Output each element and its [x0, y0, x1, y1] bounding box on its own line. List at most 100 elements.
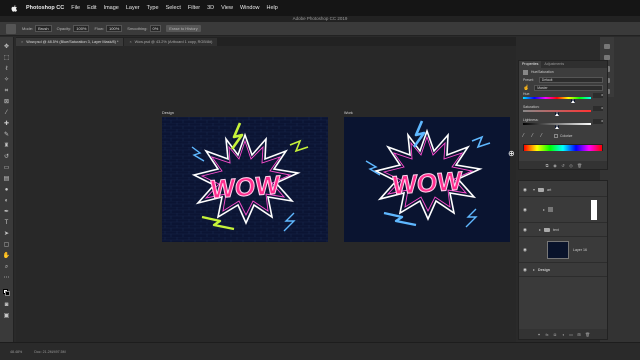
menu-filter[interactable]: Filter [188, 5, 200, 11]
new-group-icon[interactable]: ▭ [569, 332, 573, 337]
layer-mask-thumbnail[interactable] [591, 200, 597, 220]
crop-tool-icon[interactable]: ⌗ [3, 88, 10, 95]
eye-icon[interactable]: ◉ [523, 247, 529, 253]
mode-group[interactable]: Mode: Brush [22, 25, 52, 32]
artboard-label-design[interactable]: Design [162, 111, 174, 115]
menu-help[interactable]: Help [267, 5, 278, 11]
new-layer-icon[interactable]: ⊞ [577, 332, 581, 337]
canvas-area[interactable]: Design WOW Work WOW [16, 46, 516, 342]
menu-3d[interactable]: 3D [207, 5, 214, 11]
trash-icon[interactable]: 🗑 [577, 163, 582, 168]
brush-tool-icon[interactable]: ✎ [3, 132, 10, 139]
fx-icon[interactable]: fx [545, 332, 549, 337]
menu-type[interactable]: Type [147, 5, 159, 11]
eyedropper-minus-icon[interactable]: ⁄ [541, 133, 547, 139]
eye-icon[interactable]: ◉ [523, 227, 529, 233]
trash-icon[interactable]: 🗑 [585, 332, 590, 337]
opacity-field[interactable]: 100% [73, 25, 90, 32]
tab-wow-48[interactable]: × Wow.psd @ 48.5% (Blue/Saturation 3, La… [16, 38, 124, 46]
quick-mask-icon[interactable]: ◙ [3, 302, 10, 309]
type-tool-icon[interactable]: T [3, 220, 10, 227]
history-panel-icon[interactable] [604, 44, 610, 50]
magic-wand-tool-icon[interactable]: ✧ [3, 77, 10, 84]
dodge-tool-icon[interactable]: ◐ [3, 198, 10, 205]
menu-edit[interactable]: Edit [87, 5, 96, 11]
lasso-tool-icon[interactable]: ℓ [3, 66, 10, 73]
eye-icon[interactable]: ◉ [523, 187, 529, 193]
opacity-group[interactable]: Opacity: 100% [57, 25, 90, 32]
add-mask-icon[interactable]: ◘ [553, 332, 557, 337]
saturation-slider[interactable]: 0 [523, 106, 603, 116]
zoom-level[interactable]: 48.48% [10, 350, 22, 354]
hue-value[interactable]: 0 [593, 93, 603, 98]
link-layers-icon[interactable]: ⚭ [537, 332, 541, 337]
reset-icon[interactable]: ↺ [561, 163, 565, 168]
layer-name[interactable]: Design [538, 268, 550, 272]
marquee-tool-icon[interactable]: ⬚ [3, 55, 10, 62]
layer-thumbnail[interactable] [547, 240, 569, 259]
tab-adjustments[interactable]: Adjustments [541, 61, 567, 68]
chevron-down-icon[interactable]: ▾ [533, 187, 535, 192]
saturation-thumb[interactable] [555, 112, 559, 116]
layer-row[interactable]: ◉ ▸ [519, 197, 607, 223]
blur-tool-icon[interactable]: ● [3, 187, 10, 194]
layer-row[interactable]: ◉ ▸ Design [519, 263, 607, 277]
apple-icon[interactable] [10, 4, 18, 12]
tab-wow-43[interactable]: × Wow.psd @ 43.2% (Artboard 1 copy, RGB/… [124, 38, 218, 46]
hue-thumb[interactable] [571, 99, 576, 103]
mode-select[interactable]: Brush [35, 25, 52, 32]
hue-slider[interactable]: 0 [523, 93, 603, 103]
adjustment-icon[interactable]: ◑ [561, 332, 565, 337]
layer-row[interactable]: ◉ ▸ text [519, 223, 607, 237]
more-tools-icon[interactable]: ⋯ [3, 275, 10, 282]
close-icon[interactable]: × [129, 38, 131, 46]
layer-row[interactable]: ◉ ▾ art [519, 183, 607, 197]
clone-stamp-tool-icon[interactable]: ♜ [3, 143, 10, 150]
screen-mode-icon[interactable]: ▣ [3, 313, 10, 320]
channel-select[interactable]: Master [534, 85, 603, 91]
erase-history-group[interactable]: Erase to History [166, 25, 201, 32]
history-brush-tool-icon[interactable]: ↺ [3, 154, 10, 161]
erase-history-checkbox[interactable]: Erase to History [166, 25, 201, 32]
artboard-work[interactable]: WOW [344, 117, 510, 242]
frame-tool-icon[interactable]: ⊠ [3, 99, 10, 106]
move-tool-icon[interactable]: ✥ [3, 44, 10, 51]
hand-adjust-icon[interactable]: ☝ [523, 85, 529, 91]
eyedropper-icon[interactable]: ⁄ [523, 133, 529, 139]
smoothing-group[interactable]: Smoothing: 0% [127, 25, 162, 32]
artboard-label-work[interactable]: Work [344, 111, 353, 115]
gradient-tool-icon[interactable]: ▤ [3, 176, 10, 183]
flow-group[interactable]: Flow: 100% [94, 25, 123, 32]
menu-layer[interactable]: Layer [126, 5, 140, 11]
doc-size[interactable]: Doc: 21.2M/497.5M [34, 350, 65, 354]
eye-icon[interactable]: ◉ [523, 207, 529, 213]
menu-app[interactable]: Photoshop CC [26, 5, 64, 11]
colorize-checkbox[interactable] [554, 134, 558, 138]
chevron-right-icon[interactable]: ▸ [533, 267, 535, 272]
menu-window[interactable]: Window [240, 5, 260, 11]
path-selection-tool-icon[interactable]: ➤ [3, 231, 10, 238]
eye-icon[interactable]: ◉ [523, 267, 529, 273]
eraser-tool-icon[interactable]: ▭ [3, 165, 10, 172]
eyedropper-plus-icon[interactable]: ⁄ [532, 133, 538, 139]
chevron-right-icon[interactable]: ▸ [539, 227, 541, 232]
healing-brush-tool-icon[interactable]: ✚ [3, 121, 10, 128]
lightness-slider[interactable]: 0 [523, 119, 603, 129]
color-swatches[interactable] [3, 289, 10, 296]
zoom-tool-icon[interactable]: ⌕ [3, 264, 10, 271]
menu-select[interactable]: Select [166, 5, 181, 11]
flow-field[interactable]: 100% [106, 25, 123, 32]
layer-row[interactable]: ◉ Layer 16 [519, 237, 607, 263]
pen-tool-icon[interactable]: ✒ [3, 209, 10, 216]
background-color[interactable] [5, 291, 10, 296]
lightness-thumb[interactable] [555, 125, 559, 129]
menu-image[interactable]: Image [104, 5, 119, 11]
view-previous-icon[interactable]: ◉ [553, 163, 557, 168]
artboard-design[interactable]: WOW [162, 117, 328, 242]
layer-name[interactable]: text [553, 228, 559, 232]
hand-tool-icon[interactable]: ✋ [3, 253, 10, 260]
close-icon[interactable]: × [21, 38, 23, 46]
eraser-tool-preset-icon[interactable] [6, 23, 16, 34]
layer-name[interactable]: art [547, 188, 551, 192]
menu-view[interactable]: View [221, 5, 233, 11]
